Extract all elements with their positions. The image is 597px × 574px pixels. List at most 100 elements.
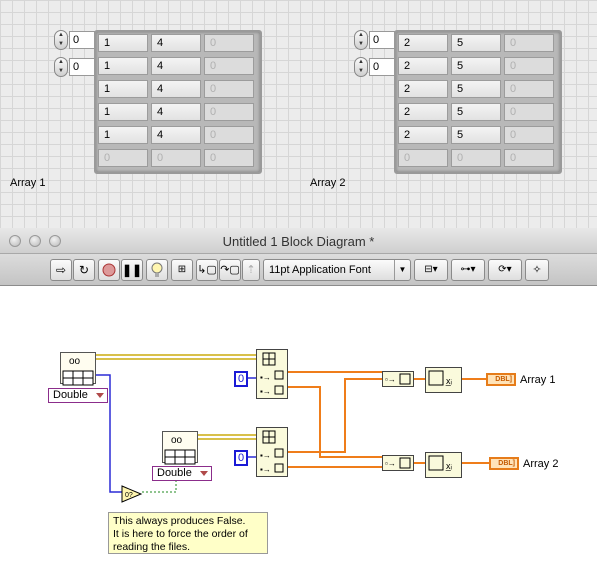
note-line-2: It is here to force the order of [113, 528, 248, 540]
wire-orange-2 [287, 386, 382, 458]
index-array-icon: ▪→ ▪→ [260, 430, 284, 474]
read-spreadsheet-node-2[interactable]: oo [162, 431, 198, 465]
note-line-3: reading the files. [113, 541, 191, 553]
array2-cell[interactable]: 5 [451, 126, 501, 144]
build-array-icon: ▫→ [385, 373, 411, 385]
pause-button[interactable]: ❚❚ [121, 259, 143, 281]
run-continuously-button[interactable]: ↻ [73, 259, 95, 281]
array1-cell[interactable]: 0 [151, 149, 201, 167]
array2-cell[interactable]: 0 [504, 126, 554, 144]
array-1-indicator[interactable]: DBL] [486, 373, 516, 386]
svg-text:▪→: ▪→ [260, 387, 271, 396]
comment-note: This always produces False. It is here t… [108, 512, 268, 554]
lightbulb-icon [151, 262, 163, 277]
array1-cell[interactable]: 4 [151, 103, 201, 121]
abort-button[interactable] [98, 259, 120, 281]
array1-cell[interactable]: 1 [98, 80, 148, 98]
array-1-control[interactable]: ▲ ▼ 0 ▲ ▼ 0 Array 1 140140140140140000 [0, 0, 280, 200]
build-array-node-2[interactable]: ▫→ [382, 455, 414, 471]
array1-cell[interactable]: 0 [204, 103, 254, 121]
svg-text:▫→: ▫→ [385, 459, 396, 468]
array1-cell[interactable]: 4 [151, 126, 201, 144]
array2-cell[interactable]: 5 [451, 103, 501, 121]
array2-cell[interactable]: 2 [398, 34, 448, 52]
array1-cell[interactable]: 0 [204, 57, 254, 75]
index-array-node-1[interactable]: ▪→ ▪→ [256, 349, 288, 399]
array-2-row-index[interactable]: ▲ ▼ 0 [354, 30, 395, 50]
chevron-down-icon: ▼ [394, 260, 410, 280]
array2-cell[interactable]: 2 [398, 103, 448, 121]
array2-cell[interactable]: 0 [398, 149, 448, 167]
equal-zero-icon[interactable]: 0? [121, 485, 143, 503]
array2-cell[interactable]: 0 [504, 149, 554, 167]
array1-cell[interactable]: 0 [204, 80, 254, 98]
array-2-control[interactable]: ▲ ▼ 0 ▲ ▼ 0 Array 2 250250250250250000 [300, 0, 580, 200]
index-constant-1[interactable]: 0 [234, 371, 248, 387]
array-2-indicator[interactable]: DBL] [489, 457, 519, 470]
retain-wire-values-button[interactable]: ⊞ [171, 259, 193, 281]
distribute-objects-button[interactable]: ⊶▾ [451, 259, 485, 281]
run-button[interactable]: ⇨ [50, 259, 72, 281]
array1-cell[interactable]: 1 [98, 103, 148, 121]
type-ring-1[interactable]: Double [48, 388, 108, 403]
glasses-icon: oo [69, 356, 81, 367]
svg-text:oo: oo [69, 356, 81, 367]
array1-cell[interactable]: 4 [151, 34, 201, 52]
array1-cell[interactable]: 0 [204, 149, 254, 167]
read-spreadsheet-node-1[interactable]: oo [60, 352, 96, 386]
array2-cell[interactable]: 2 [398, 80, 448, 98]
array1-cell[interactable]: 4 [151, 57, 201, 75]
cleanup-diagram-button[interactable]: ✧ [525, 259, 549, 281]
build-array-node-1[interactable]: ▫→ [382, 371, 414, 387]
transpose-icon: x̲ᵢ [428, 370, 452, 386]
array2-cell[interactable]: 0 [504, 57, 554, 75]
array-1-indicator-label: Array 1 [520, 374, 556, 386]
array2-cell[interactable]: 5 [451, 80, 501, 98]
align-objects-button[interactable]: ⊟▾ [414, 259, 448, 281]
array1-cell[interactable]: 0 [204, 34, 254, 52]
highlight-execution-button[interactable] [146, 259, 168, 281]
svg-text:▪→: ▪→ [260, 451, 271, 460]
diagram-toolbar: ⇨ ↻ ❚❚ ⊞ ↳▢ ↷▢ ⇡ 11pt Application Font ▼… [0, 254, 597, 286]
svg-text:x̲ᵢ: x̲ᵢ [445, 376, 452, 386]
array1-cell[interactable]: 0 [204, 126, 254, 144]
build-array-icon: ▫→ [385, 457, 411, 469]
array-1-col-index[interactable]: ▲ ▼ 0 [54, 57, 95, 77]
spinner-icon[interactable]: ▲ ▼ [354, 30, 368, 50]
array2-cell[interactable]: 0 [451, 149, 501, 167]
index-array-icon: ▪→ ▪→ [260, 352, 284, 396]
array-1-label: Array 1 [10, 177, 46, 189]
svg-text:0?: 0? [125, 492, 133, 499]
spreadsheet-icon [164, 449, 196, 465]
array-2-col-index[interactable]: ▲ ▼ 0 [354, 57, 395, 77]
array1-cell[interactable]: 0 [98, 149, 148, 167]
array2-cell[interactable]: 0 [504, 34, 554, 52]
array1-cell[interactable]: 1 [98, 34, 148, 52]
array-1-row-index[interactable]: ▲ ▼ 0 [54, 30, 95, 50]
index-array-node-2[interactable]: ▪→ ▪→ [256, 427, 288, 477]
reorder-button[interactable]: ⟳▾ [488, 259, 522, 281]
array2-cell[interactable]: 0 [504, 103, 554, 121]
font-select[interactable]: 11pt Application Font ▼ [263, 259, 411, 281]
array-2-indicator-label: Array 2 [523, 458, 559, 470]
step-over-button[interactable]: ↷▢ [219, 259, 241, 281]
spinner-icon[interactable]: ▲ ▼ [354, 57, 368, 77]
step-out-button[interactable]: ⇡ [242, 259, 260, 281]
array2-cell[interactable]: 5 [451, 57, 501, 75]
index-constant-2[interactable]: 0 [234, 450, 248, 466]
array1-cell[interactable]: 1 [98, 126, 148, 144]
array2-cell[interactable]: 2 [398, 126, 448, 144]
type-ring-2[interactable]: Double [152, 466, 212, 481]
transpose-node-2[interactable]: x̲ᵢ [425, 452, 462, 478]
step-into-button[interactable]: ↳▢ [196, 259, 218, 281]
array2-cell[interactable]: 0 [504, 80, 554, 98]
array1-cell[interactable]: 4 [151, 80, 201, 98]
spinner-icon[interactable]: ▲ ▼ [54, 57, 68, 77]
array1-cell[interactable]: 1 [98, 57, 148, 75]
svg-text:▪→: ▪→ [260, 465, 271, 474]
spinner-icon[interactable]: ▲ ▼ [54, 30, 68, 50]
array2-cell[interactable]: 5 [451, 34, 501, 52]
array2-cell[interactable]: 2 [398, 57, 448, 75]
transpose-node-1[interactable]: x̲ᵢ [425, 367, 462, 393]
svg-text:▫→: ▫→ [385, 375, 396, 384]
